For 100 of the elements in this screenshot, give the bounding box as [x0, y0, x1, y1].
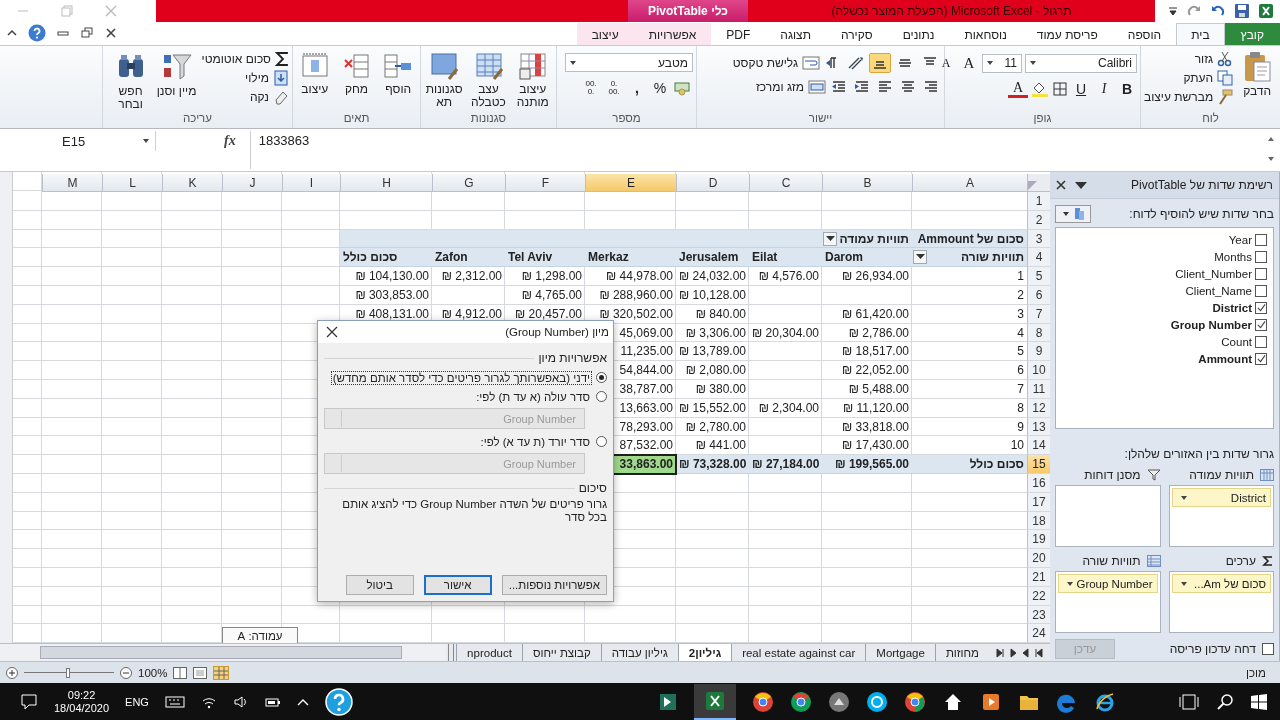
autosum-button[interactable]: סכום אוטומטי: [201, 51, 289, 67]
radio-label[interactable]: סדר עולה (א עד ת) לפי:: [474, 389, 592, 404]
disc-icon[interactable]: [828, 690, 850, 713]
row-header[interactable]: 15: [1027, 455, 1050, 474]
row-header[interactable]: 4: [1027, 248, 1050, 268]
close-icon[interactable]: [104, 26, 118, 40]
merge-center-button[interactable]: מזג ומרכז: [756, 79, 826, 95]
zoom-out-icon[interactable]: [120, 666, 132, 679]
bold-button[interactable]: B: [1117, 79, 1137, 99]
close-icon[interactable]: [1056, 180, 1066, 190]
cell-styles-button[interactable]: סגנונות תא: [424, 49, 465, 109]
active-taskbar-button[interactable]: [694, 683, 736, 720]
ie-browser-icon[interactable]: [1094, 690, 1116, 713]
radio-label[interactable]: סדר יורד (ת עד א) לפי:: [478, 434, 592, 449]
fill-button[interactable]: מילוי: [245, 70, 289, 86]
ribbon-tab[interactable]: עיצוב: [576, 23, 634, 45]
row-header[interactable]: 1: [1027, 192, 1050, 211]
volume-icon[interactable]: [232, 694, 249, 709]
row-header[interactable]: 24: [1027, 624, 1050, 643]
insert-function-button[interactable]: fx: [224, 131, 236, 151]
vertical-scrollbar[interactable]: [0, 172, 13, 643]
field-checkbox[interactable]: [1255, 352, 1267, 365]
format-painter-button[interactable]: מברשת עיצוב: [1144, 89, 1234, 105]
area-field-chip[interactable]: סכום של Am...: [1171, 574, 1271, 593]
radio-label[interactable]: ידני (באפשרותך לגרור פריטים כדי לסדר אותם מחדש): [330, 370, 592, 385]
row-header[interactable]: 20: [1027, 549, 1050, 568]
column-header[interactable]: G: [432, 174, 505, 192]
normal-view-icon[interactable]: [213, 665, 230, 680]
row-header[interactable]: 9: [1027, 342, 1050, 362]
column-header[interactable]: E: [585, 174, 676, 192]
ribbon-tab[interactable]: סקירה: [825, 23, 888, 45]
column-header[interactable]: D: [676, 174, 749, 192]
field-checkbox[interactable]: [1255, 233, 1267, 246]
zoom-level[interactable]: 100%: [138, 666, 168, 679]
grow-font-button[interactable]: A: [959, 53, 979, 73]
defer-update-checkbox[interactable]: [1262, 643, 1274, 655]
sheet-nav-arrow-icon[interactable]: [1021, 647, 1031, 658]
panel-menu-caret-icon[interactable]: [1074, 180, 1088, 190]
column-header[interactable]: C: [749, 174, 822, 192]
windows-start-icon[interactable]: [1250, 692, 1268, 711]
language-indicator[interactable]: ENG: [125, 695, 149, 708]
comma-style-button[interactable]: ,: [627, 78, 647, 98]
notification-icon[interactable]: [20, 692, 38, 711]
formula-field[interactable]: 1833863: [249, 131, 1262, 169]
zoom-in-icon[interactable]: [6, 666, 18, 679]
sheet-nav-arrow-icon[interactable]: [1034, 647, 1044, 658]
horizontal-scrollbar[interactable]: [0, 644, 447, 661]
ribbon-tab[interactable]: בית: [1176, 23, 1225, 45]
search-icon[interactable]: [1216, 692, 1234, 711]
column-header[interactable]: H: [340, 174, 432, 192]
font-size-field[interactable]: 11: [982, 53, 1022, 73]
clear-button[interactable]: נקה: [249, 89, 289, 105]
ribbon-tab[interactable]: נוסחאות: [949, 23, 1022, 45]
field-checkbox[interactable]: [1255, 250, 1267, 263]
conditional-formatting-button[interactable]: עיצוב מותנה: [512, 49, 553, 109]
field-checkbox[interactable]: [1255, 284, 1267, 297]
filter-dropdown[interactable]: [913, 250, 927, 265]
restore-icon[interactable]: [80, 26, 94, 40]
insert-cells-button[interactable]: הוסף: [379, 49, 417, 96]
area-field-chip[interactable]: District: [1171, 488, 1271, 507]
increase-decimal-button[interactable]: .0 .00: [604, 78, 624, 98]
paste-button[interactable]: הדבק: [1237, 49, 1277, 98]
font-color-button[interactable]: A: [1008, 80, 1028, 98]
field-checkbox[interactable]: [1255, 335, 1267, 348]
page-break-view-icon[interactable]: [173, 666, 188, 679]
column-header[interactable]: B: [822, 174, 912, 192]
find-select-button[interactable]: חפש ובחר: [109, 49, 152, 111]
dialog-button[interactable]: אפשרויות נוספות...: [501, 575, 607, 595]
percent-button[interactable]: %: [650, 78, 670, 98]
dialog-button[interactable]: אישור: [423, 575, 492, 595]
decrease-decimal-button[interactable]: .00 .0: [581, 78, 601, 98]
page-layout-view-icon[interactable]: [193, 666, 208, 679]
wrap-text-button[interactable]: גלישת טקסט: [732, 55, 820, 71]
filter-dropdown[interactable]: [823, 231, 837, 246]
row-header[interactable]: 19: [1027, 530, 1050, 550]
task-view-icon[interactable]: [1178, 692, 1200, 711]
radio-button[interactable]: [596, 372, 607, 383]
format-cells-button[interactable]: עיצוב: [296, 49, 334, 96]
italic-button[interactable]: I: [1094, 79, 1114, 99]
field-checkbox[interactable]: [1255, 301, 1267, 314]
app-icon[interactable]: [658, 691, 678, 712]
name-box[interactable]: E15: [6, 131, 156, 151]
cut-button[interactable]: גזור: [1194, 51, 1234, 67]
sheet-nav-arrow-icon[interactable]: [995, 647, 1005, 658]
delete-cells-button[interactable]: מחק: [337, 49, 376, 96]
shrink-font-button[interactable]: A: [936, 53, 956, 73]
browser-icon[interactable]: [904, 690, 926, 713]
browser-icon[interactable]: [790, 690, 812, 713]
row-header[interactable]: 10: [1027, 361, 1050, 380]
ribbon-tab[interactable]: תצוגה: [765, 23, 826, 45]
column-header[interactable]: I: [282, 174, 340, 192]
currency-icon[interactable]: [673, 80, 693, 96]
row-header[interactable]: 14: [1027, 436, 1050, 456]
underline-button[interactable]: U: [1071, 79, 1091, 99]
chat-icon[interactable]: [866, 690, 888, 713]
field-checkbox[interactable]: [1255, 318, 1267, 331]
sheet-tab[interactable]: גיליון2: [677, 644, 732, 661]
borders-icon[interactable]: [1052, 81, 1068, 97]
area-field-chip[interactable]: Group Number: [1058, 574, 1158, 593]
font-name-field[interactable]: Calibri: [1025, 53, 1137, 73]
